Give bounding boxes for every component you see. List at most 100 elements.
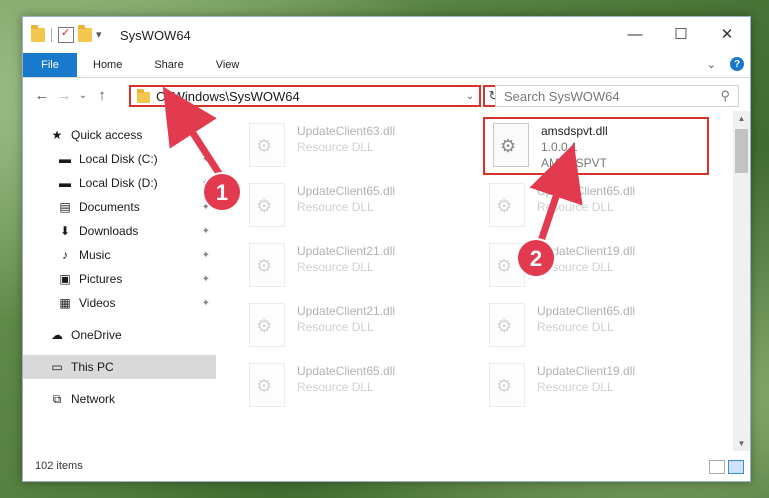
- recent-locations-button[interactable]: ⌄: [75, 90, 91, 101]
- search-input[interactable]: Search SysWOW64 ⚲: [495, 85, 739, 107]
- sidebar-item-local-disk-c[interactable]: ▬ Local Disk (C:) ✦: [23, 147, 216, 171]
- file-meta: Resource DLL: [537, 320, 614, 334]
- file-name: UpdateClient65.dll: [297, 364, 396, 378]
- sidebar-item-label: Network: [71, 392, 116, 406]
- large-icons-view-icon[interactable]: [728, 460, 744, 474]
- customize-toolbar-icon[interactable]: ▾: [96, 28, 110, 42]
- music-icon: ♪: [62, 248, 68, 262]
- forward-button[interactable]: →: [53, 87, 75, 104]
- help-icon[interactable]: ?: [730, 57, 744, 71]
- dll-file-icon: [249, 243, 285, 287]
- sidebar-item-onedrive[interactable]: ☁ OneDrive: [23, 323, 216, 347]
- sidebar-item-quick-access[interactable]: ★ Quick access: [23, 123, 216, 147]
- scroll-thumb[interactable]: [735, 129, 748, 173]
- minimize-button[interactable]: —: [612, 17, 658, 51]
- file-name: UpdateClient21.dll: [297, 304, 396, 318]
- file-item[interactable]: UpdateClient65.dll Resource DLL: [241, 359, 461, 411]
- drive-icon: ▬: [59, 152, 71, 166]
- sidebar-item-this-pc[interactable]: ▭ This PC: [23, 355, 216, 379]
- file-item[interactable]: UpdateClient19.dll Resource DLL: [481, 239, 701, 291]
- tab-file[interactable]: File: [23, 53, 77, 77]
- file-details: UpdateClient19.dll Resource DLL: [537, 243, 635, 291]
- download-icon: ⬇: [59, 224, 71, 238]
- file-item[interactable]: UpdateClient65.dll Resource DLL: [481, 299, 701, 351]
- file-name: UpdateClient63.dll: [297, 124, 396, 138]
- file-name: UpdateClient65.dll: [537, 184, 636, 198]
- search-placeholder: Search SysWOW64: [504, 88, 620, 104]
- sidebar-item-pictures[interactable]: ▣ Pictures ✦: [23, 267, 216, 291]
- computer-icon: ▭: [51, 360, 63, 374]
- sidebar-item-downloads[interactable]: ⬇ Downloads ✦: [23, 219, 216, 243]
- sidebar-item-music[interactable]: ♪ Music ✦: [23, 243, 216, 267]
- maximize-button[interactable]: ☐: [658, 17, 704, 51]
- file-item[interactable]: UpdateClient21.dll Resource DLL: [241, 239, 461, 291]
- sidebar-item-videos[interactable]: ▦ Videos ✦: [23, 291, 216, 315]
- file-item[interactable]: UpdateClient65.dll Resource DLL: [241, 179, 461, 231]
- file-item[interactable]: UpdateClient65.dll Resource DLL: [481, 179, 701, 231]
- tab-view[interactable]: View: [200, 59, 256, 71]
- up-button[interactable]: ↑: [91, 87, 113, 104]
- file-meta: AMSDSPVT: [541, 156, 608, 170]
- sidebar-item-documents[interactable]: ▤ Documents ✦: [23, 195, 216, 219]
- vertical-scrollbar[interactable]: ▲ ▼: [733, 111, 750, 451]
- file-meta: Resource DLL: [297, 320, 374, 334]
- file-details: UpdateClient19.dll Resource DLL: [537, 363, 635, 411]
- folder-icon: [137, 89, 150, 103]
- search-icon[interactable]: ⚲: [720, 88, 730, 104]
- navigation-pane: ★ Quick access ▬ Local Disk (C:) ✦ ▬ Local Dis…: [23, 111, 216, 451]
- file-list: UpdateClient63.dll Resource DLL amsdspvt.d…: [241, 111, 732, 451]
- sidebar-item-label: Local Disk (D:): [79, 176, 158, 190]
- file-name: UpdateClient19.dll: [537, 244, 636, 258]
- network-icon: ⧉: [52, 391, 62, 406]
- tab-home[interactable]: Home: [77, 59, 138, 71]
- scroll-down-icon[interactable]: ▼: [733, 439, 750, 448]
- cloud-icon: ☁: [51, 328, 63, 342]
- window-title: SysWOW64: [120, 27, 191, 43]
- file-name: UpdateClient21.dll: [297, 244, 396, 258]
- expand-ribbon-icon[interactable]: ⌄: [707, 58, 716, 71]
- file-details: UpdateClient65.dll Resource DLL: [297, 363, 395, 411]
- file-meta: Resource DLL: [537, 380, 614, 394]
- sidebar-item-network[interactable]: ⧉ Network: [23, 387, 216, 411]
- folder-icon: [31, 25, 45, 42]
- file-item[interactable]: UpdateClient21.dll Resource DLL: [241, 299, 461, 351]
- file-item[interactable]: amsdspvt.dll 1.0.0.1 AMSDSPVT: [483, 117, 709, 175]
- dll-file-icon: [249, 183, 285, 227]
- pin-icon: ✦: [201, 297, 210, 309]
- dll-file-icon: [489, 303, 525, 347]
- close-button[interactable]: ✕: [704, 17, 750, 51]
- new-folder-icon[interactable]: [78, 25, 92, 42]
- file-item[interactable]: UpdateClient63.dll Resource DLL: [241, 119, 461, 171]
- scroll-up-icon[interactable]: ▲: [733, 114, 750, 123]
- dll-file-icon: [249, 303, 285, 347]
- address-path[interactable]: C:\Windows\SysWOW64: [156, 89, 461, 104]
- sidebar-item-label: Pictures: [79, 272, 123, 286]
- file-details: UpdateClient65.dll Resource DLL: [537, 183, 635, 231]
- file-details: UpdateClient21.dll Resource DLL: [297, 243, 395, 291]
- properties-icon[interactable]: [58, 26, 74, 43]
- details-view-icon[interactable]: [709, 460, 725, 474]
- dll-file-icon: [249, 363, 285, 407]
- file-details: UpdateClient65.dll Resource DLL: [537, 303, 635, 351]
- file-name: amsdspvt.dll: [541, 124, 608, 138]
- back-button[interactable]: ←: [31, 87, 53, 104]
- file-meta: Resource DLL: [297, 380, 374, 394]
- sidebar-item-label: Local Disk (C:): [79, 152, 158, 166]
- pin-icon: ✦: [201, 225, 210, 237]
- dll-file-icon: [489, 183, 525, 227]
- explorer-window: ▾ SysWOW64 — ☐ ✕ File Home Share View ⌄ …: [22, 16, 751, 482]
- address-bar[interactable]: C:\Windows\SysWOW64 ⌄: [129, 85, 481, 107]
- toolbar-separator: [51, 28, 52, 42]
- sidebar-item-label: This PC: [71, 360, 114, 374]
- file-item[interactable]: UpdateClient19.dll Resource DLL: [481, 359, 701, 411]
- sidebar-item-local-disk-d[interactable]: ▬ Local Disk (D:) ✦: [23, 171, 216, 195]
- content-area: ★ Quick access ▬ Local Disk (C:) ✦ ▬ Local Dis…: [23, 111, 750, 451]
- file-name: UpdateClient19.dll: [537, 364, 636, 378]
- tab-share[interactable]: Share: [138, 59, 199, 71]
- pin-icon: ✦: [201, 177, 210, 189]
- file-meta: Resource DLL: [297, 260, 374, 274]
- address-dropdown-icon[interactable]: ⌄: [461, 91, 479, 102]
- dll-file-icon: [489, 363, 525, 407]
- sidebar-item-label: Videos: [79, 296, 116, 310]
- sidebar-item-label: Downloads: [79, 224, 139, 238]
